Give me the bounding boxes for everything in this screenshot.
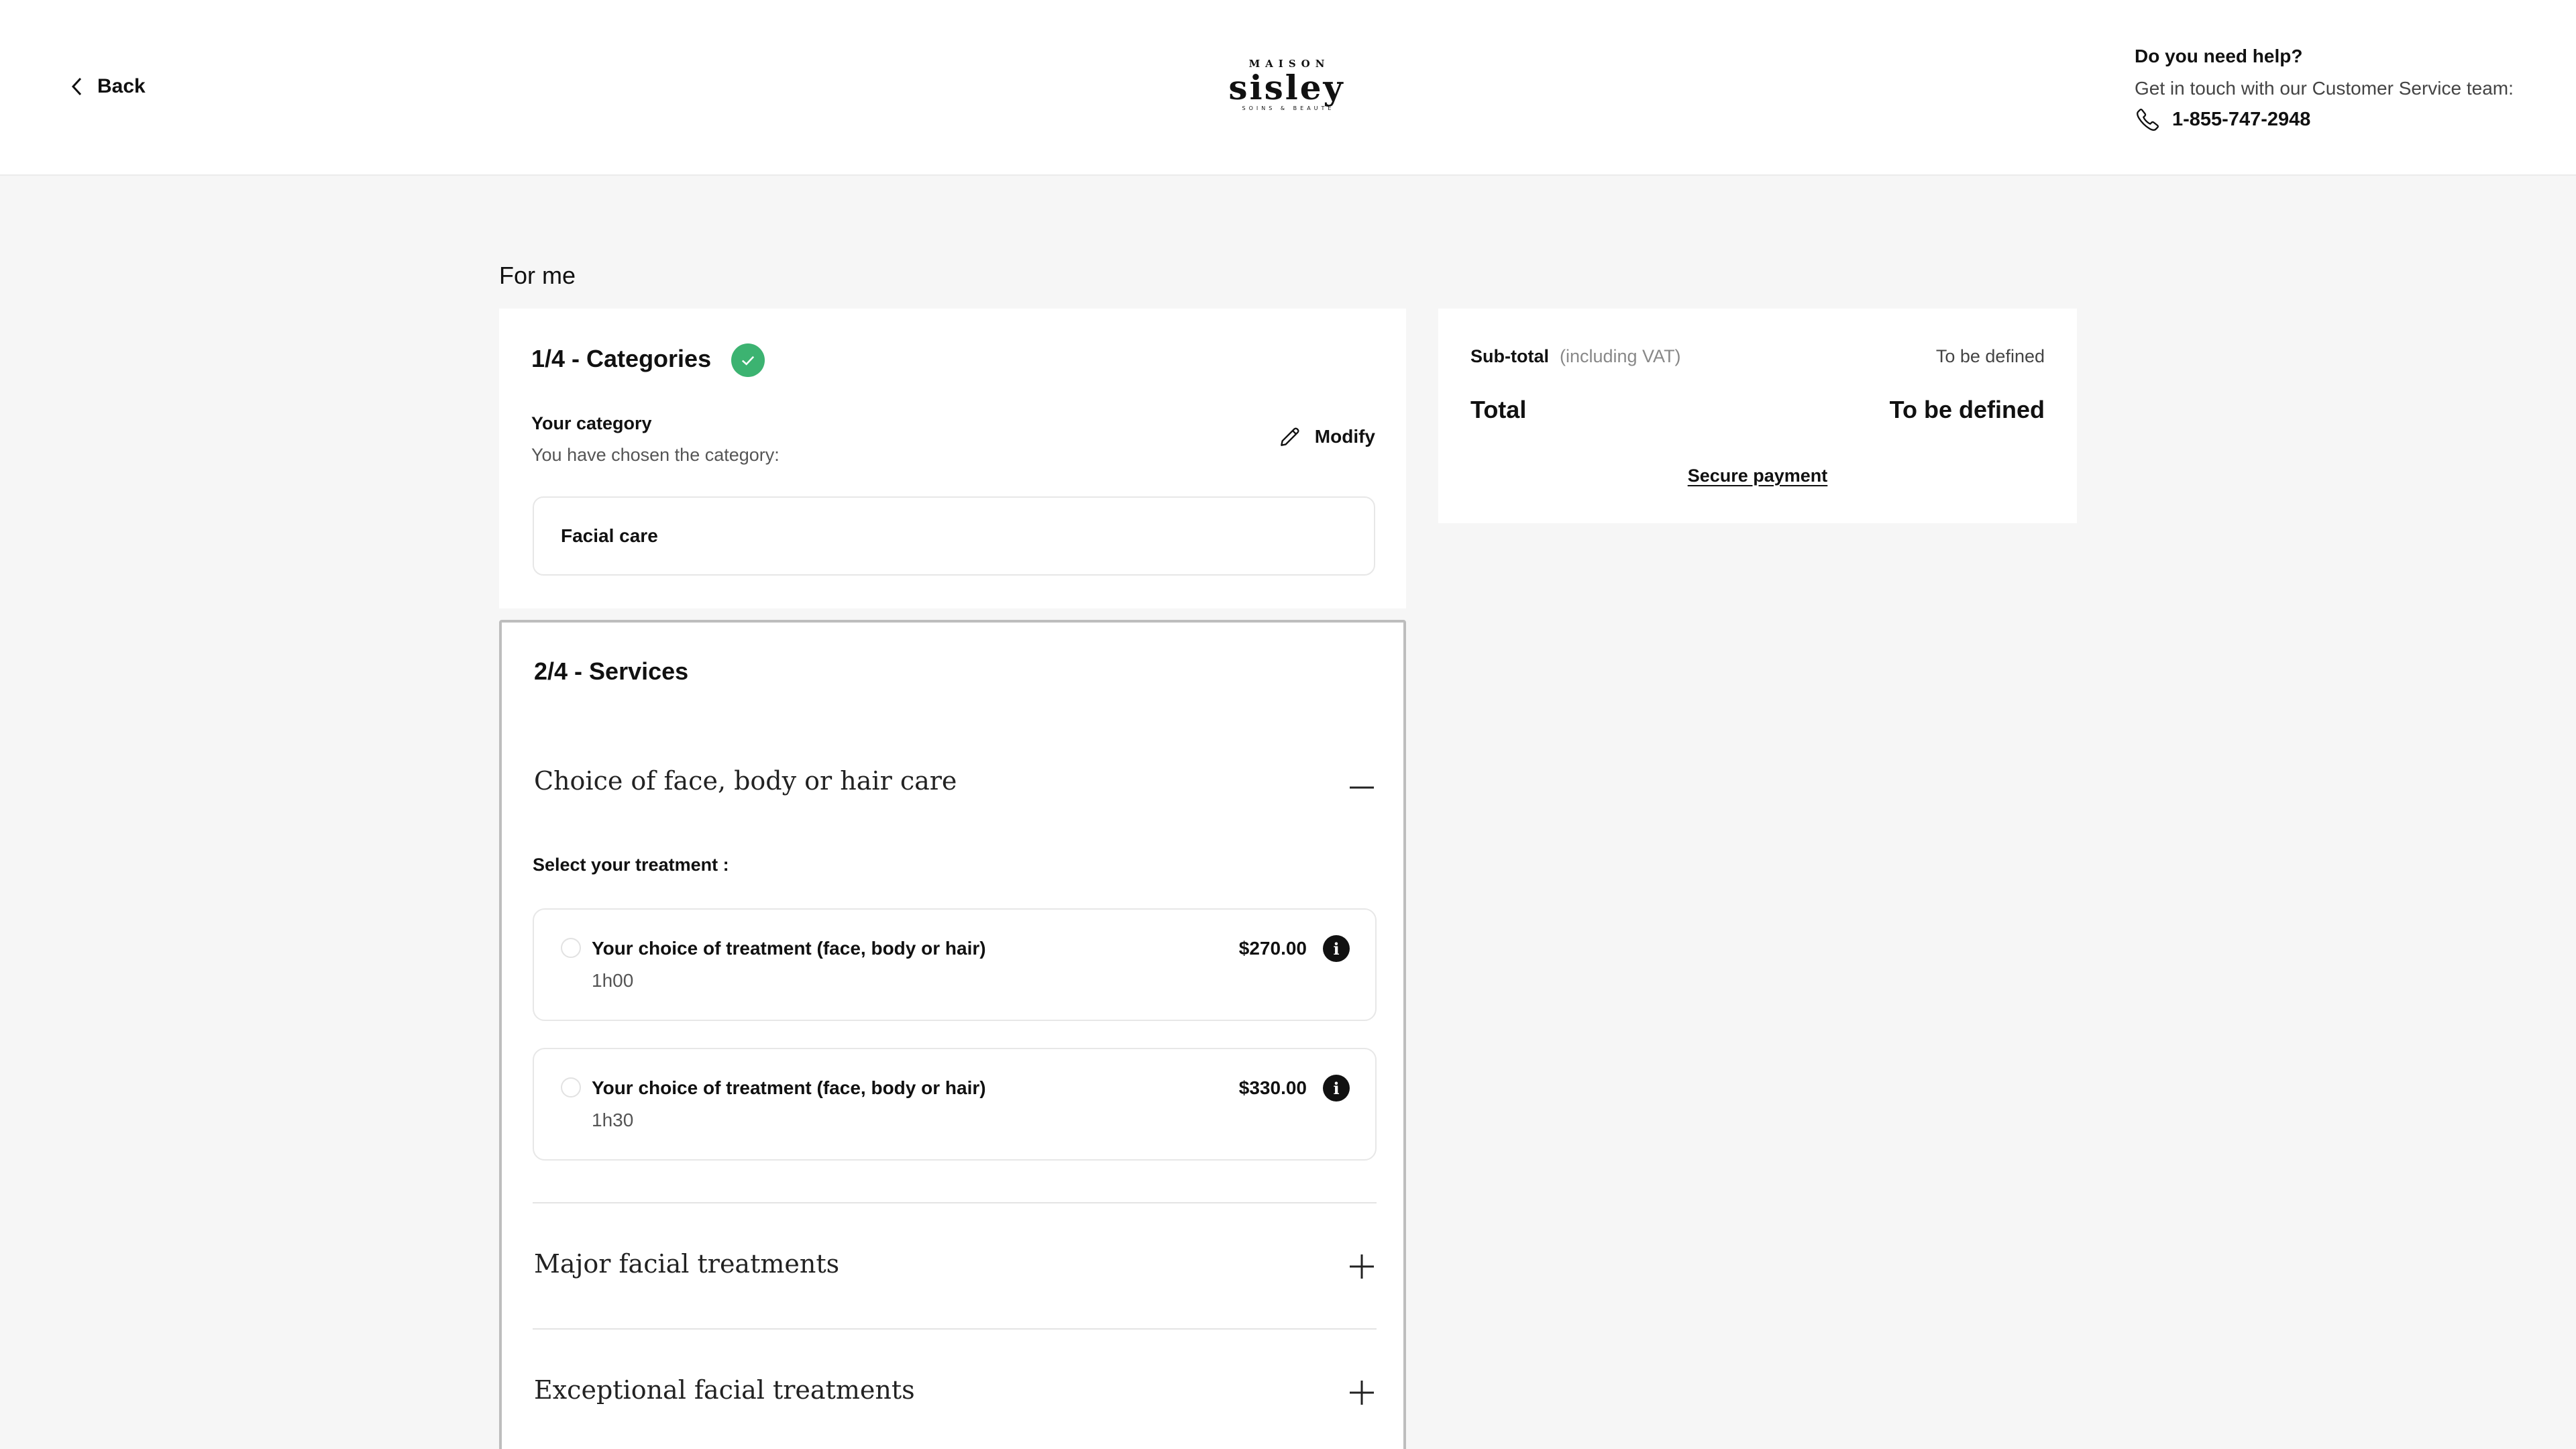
divider (533, 1328, 1377, 1330)
order-summary-panel: Sub-total (including VAT) To be defined T… (1438, 309, 2077, 523)
minus-icon[interactable] (1348, 774, 1375, 801)
back-button[interactable]: Back (70, 75, 146, 98)
pencil-icon (1277, 424, 1303, 449)
treatment-option[interactable]: Your choice of treatment (face, body or … (533, 1048, 1377, 1161)
help-phone-number: 1-855-747-2948 (2172, 109, 2311, 130)
info-icon[interactable]: i (1323, 1075, 1350, 1102)
categories-step-panel: 1/4 - Categories Your category You have … (499, 309, 1406, 608)
modify-label: Modify (1314, 426, 1375, 447)
total-label: Total (1470, 396, 1527, 423)
page-title: For me (499, 262, 576, 289)
treatment-price: $270.00 (1238, 938, 1307, 959)
select-treatment-label: Select your treatment : (533, 855, 729, 875)
brand-logo[interactable]: MAISON sisley SOINS & BEAUTÉ (1228, 58, 1346, 113)
subtotal-row: Sub-total (including VAT) (1470, 346, 1681, 367)
category-subtext: You have chosen the category: (531, 445, 780, 465)
check-icon (731, 343, 765, 377)
treatment-name: Your choice of treatment (face, body or … (592, 1077, 986, 1098)
plus-icon[interactable] (1348, 1253, 1375, 1280)
treatment-duration: 1h30 (592, 1110, 634, 1130)
category-label: Your category (531, 413, 652, 433)
treatment-duration: 1h00 (592, 970, 634, 991)
plus-icon[interactable] (1348, 1379, 1375, 1406)
help-text: Get in touch with our Customer Service t… (2135, 78, 2514, 99)
help-box: Do you need help? Get in touch with our … (2135, 43, 2514, 133)
secure-payment-link[interactable]: Secure payment (1438, 466, 2077, 486)
subtotal-label: Sub-total (1470, 346, 1549, 366)
accordion-exceptional-facial-title[interactable]: Exceptional facial treatments (534, 1375, 915, 1405)
help-phone-link[interactable]: 1-855-747-2948 (2135, 106, 2514, 133)
chevron-left-icon (70, 76, 83, 97)
phone-icon (2135, 106, 2161, 133)
services-step-panel: 2/4 - Services Choice of face, body or h… (499, 620, 1406, 1449)
help-title: Do you need help? (2135, 46, 2303, 66)
treatment-name: Your choice of treatment (face, body or … (592, 938, 986, 959)
treatment-price: $330.00 (1238, 1077, 1307, 1098)
accordion-choice-care-title[interactable]: Choice of face, body or hair care (534, 766, 957, 796)
site-header: Back MAISON sisley SOINS & BEAUTÉ Do you… (0, 0, 2576, 176)
categories-step-title: 1/4 - Categories (531, 345, 712, 372)
services-step-title: 2/4 - Services (534, 657, 689, 685)
radio-button[interactable] (561, 1077, 581, 1097)
logo-main-text: sisley (1228, 68, 1345, 107)
chosen-category-box: Facial care (533, 496, 1375, 576)
treatment-option[interactable]: Your choice of treatment (face, body or … (533, 908, 1377, 1021)
accordion-major-facial-title[interactable]: Major facial treatments (534, 1249, 839, 1279)
radio-button[interactable] (561, 938, 581, 958)
logo-bottom-text: SOINS & BEAUTÉ (1242, 105, 1335, 111)
info-icon[interactable]: i (1323, 935, 1350, 962)
modify-category-button[interactable]: Modify (1277, 424, 1375, 449)
divider (533, 1202, 1377, 1203)
subtotal-value: To be defined (1935, 346, 2045, 366)
back-label: Back (97, 75, 146, 97)
total-value: To be defined (1889, 396, 2045, 423)
subtotal-note: (including VAT) (1559, 346, 1681, 366)
